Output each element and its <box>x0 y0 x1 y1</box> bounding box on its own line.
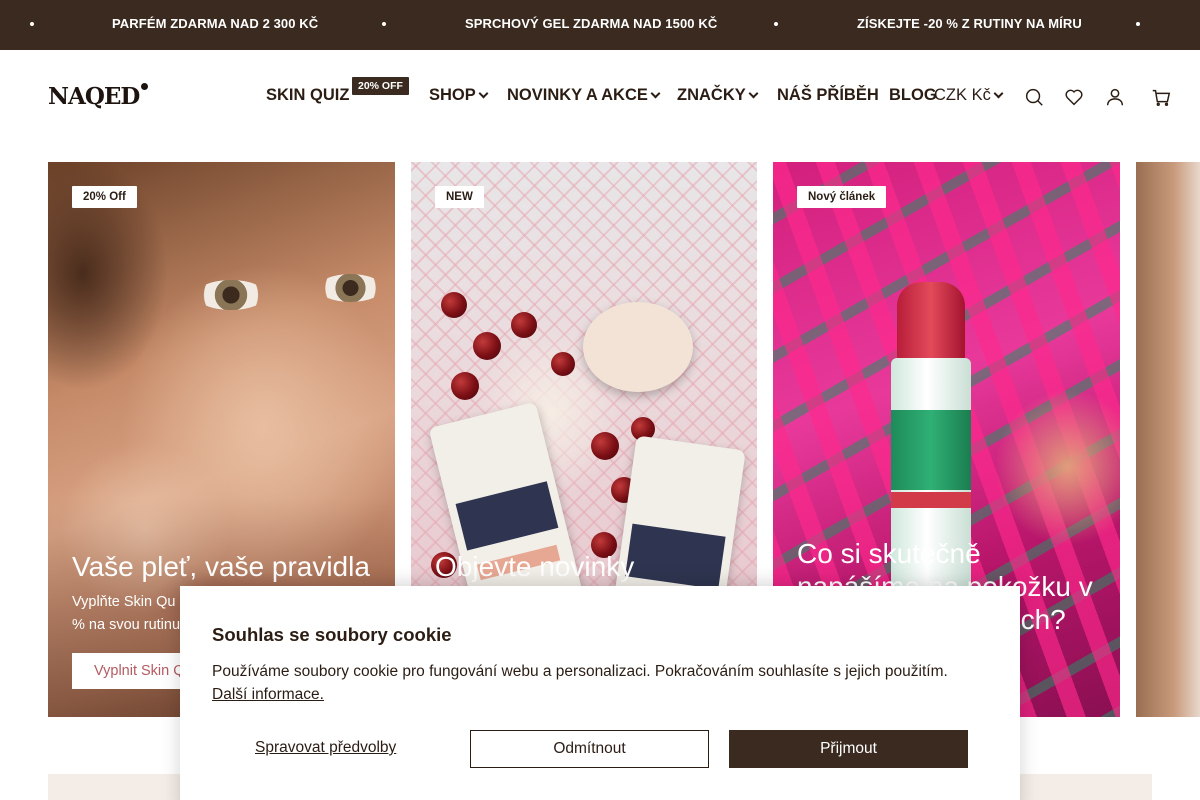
card-title: Vaše pleť, vaše pravidla <box>72 551 370 582</box>
card-description: Vyplňte Skin Qu <box>72 594 176 610</box>
cherry <box>511 312 537 338</box>
chevron-down-icon <box>650 88 661 99</box>
separator-dot <box>30 22 34 26</box>
nav-novinky[interactable]: NOVINKY A AKCE <box>507 86 661 105</box>
nav-znacky-label: ZNAČKY <box>677 86 746 104</box>
site-header: NAQED SKIN QUIZ 20% OFF SHOP NOVINKY A A… <box>0 50 1200 142</box>
heart-icon[interactable] <box>1063 86 1085 108</box>
card-badge: Nový článek <box>797 186 887 208</box>
promo-card-partial[interactable] <box>1136 162 1200 717</box>
product-label <box>625 523 726 590</box>
separator-dot <box>1136 22 1140 26</box>
nav-skin-quiz-label: SKIN QUIZ <box>266 86 350 104</box>
chevron-down-icon <box>478 88 489 99</box>
nav-blog-label: BLOG <box>889 86 937 104</box>
cherry <box>451 372 479 400</box>
card-badge: 20% Off <box>72 186 137 208</box>
manage-preferences-link[interactable]: Spravovat předvolby <box>255 739 396 757</box>
announcement-bar: PARFÉM ZDARMA NAD 2 300 KČ SPRCHOVÝ GEL … <box>0 0 1200 50</box>
chevron-down-icon <box>748 88 759 99</box>
spray-label <box>891 410 971 490</box>
announcement-message[interactable]: PARFÉM ZDARMA NAD 2 300 KČ <box>112 16 318 31</box>
currency-selector[interactable]: CZK Kč <box>934 86 1004 105</box>
product-label <box>455 481 559 551</box>
cherry <box>551 352 575 376</box>
cookie-more-info-link[interactable]: Další informace. <box>212 686 324 703</box>
logo[interactable]: NAQED <box>48 83 140 110</box>
nav-novinky-label: NOVINKY A AKCE <box>507 86 648 104</box>
card-title: Objevte novinky <box>435 551 635 582</box>
spray-label-accent <box>891 492 971 508</box>
nav-pribeh-label: NÁŠ PŘÍBĚH <box>777 86 879 104</box>
product-jar <box>583 302 693 392</box>
cookie-title: Souhlas se soubory cookie <box>212 624 452 645</box>
accept-button[interactable]: Přijmout <box>729 730 968 768</box>
logo-mark <box>141 83 148 90</box>
separator-dot <box>382 22 386 26</box>
model-eye <box>196 280 266 310</box>
nav-shop-label: SHOP <box>429 86 476 104</box>
skin-quiz-badge: 20% OFF <box>352 77 409 95</box>
cart-icon[interactable] <box>1150 86 1172 108</box>
nav-shop[interactable]: SHOP <box>429 86 489 105</box>
nav-blog[interactable]: BLOG <box>889 86 937 105</box>
announcement-message[interactable]: ZÍSKEJTE -20 % Z RUTINY NA MÍRU <box>857 16 1082 31</box>
search-icon[interactable] <box>1023 86 1045 108</box>
chevron-down-icon <box>993 88 1004 99</box>
cherry <box>591 432 619 460</box>
card-description: % na svou rutinu <box>72 617 181 633</box>
cherry <box>473 332 501 360</box>
cherry <box>441 292 467 318</box>
model-eye <box>318 274 383 302</box>
currency-label: CZK Kč <box>934 86 991 104</box>
card-badge: NEW <box>435 186 484 208</box>
account-icon[interactable] <box>1104 86 1126 108</box>
decline-button[interactable]: Odmítnout <box>470 730 709 768</box>
nav-skin-quiz[interactable]: SKIN QUIZ <box>266 86 349 105</box>
cookie-consent-dialog: Souhlas se soubory cookie Používáme soub… <box>180 586 1020 800</box>
cookie-text: Používáme soubory cookie pro fungování w… <box>212 660 1002 706</box>
announcement-message[interactable]: SPRCHOVÝ GEL ZDARMA NAD 1500 KČ <box>465 16 717 31</box>
nav-pribeh[interactable]: NÁŠ PŘÍBĚH <box>777 86 879 105</box>
separator-dot <box>774 22 778 26</box>
card-title: Co si skutečně <box>797 538 981 569</box>
nav-znacky[interactable]: ZNAČKY <box>677 86 759 105</box>
spray-cap <box>897 282 965 362</box>
cookie-text-body: Používáme soubory cookie pro fungování w… <box>212 663 948 680</box>
